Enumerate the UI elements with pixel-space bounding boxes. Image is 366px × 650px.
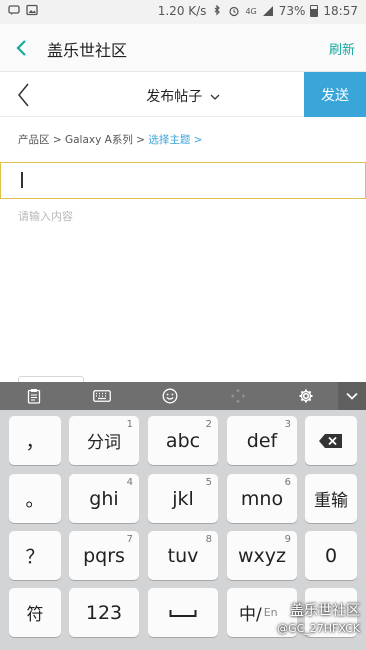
title-input[interactable] [0,162,366,199]
breadcrumb-path: 产品区 > Galaxy A系列 > [18,134,149,146]
key-5-jkl[interactable]: 5 jkl [148,474,218,523]
keyboard-icon[interactable] [86,382,118,410]
watermark-line1: 盖乐世社区 [290,603,360,619]
retype-key[interactable]: 重输 [305,474,357,523]
4g-icon: 4G [245,6,257,16]
emoji-icon[interactable] [154,382,186,410]
choose-topic-link[interactable]: 选择主题 [148,134,190,146]
settings-icon[interactable] [290,382,322,410]
key-6-mno[interactable]: 6 mno [227,474,297,523]
key-8-tuv[interactable]: 8 tuv [148,531,218,580]
key-4-ghi[interactable]: 4 ghi [69,474,139,523]
refresh-button[interactable]: 刷新 [329,39,355,58]
message-icon [8,5,20,15]
text-cursor [21,172,23,188]
post-toolbar: 发布帖子 发送 [0,72,366,117]
watermark: 盖乐世社区 @GC_27HFXCK [277,602,360,638]
symbols-key[interactable]: 符 [9,588,61,637]
backspace-icon [319,433,342,448]
key-comma[interactable]: ， [9,416,61,465]
clipboard-icon[interactable] [18,382,50,410]
key-2-abc[interactable]: 2 abc [148,416,218,465]
space-icon [169,609,197,617]
backspace-key[interactable] [305,416,357,465]
signal-icon [262,6,273,16]
clock: 18:57 [323,4,358,18]
key-period[interactable]: 。 [9,474,61,523]
key-3-def[interactable]: 3 def [227,416,297,465]
numbers-key[interactable]: 123 [69,588,139,637]
key-1-segment[interactable]: 1 分词 [69,416,139,465]
image-icon [26,4,38,16]
bluetooth-icon [215,5,221,16]
topic-arrow: > [193,134,203,146]
key-0[interactable]: 0 [305,531,357,580]
network-speed: 1.20 K/s [157,4,207,18]
send-button[interactable]: 发送 [304,72,366,117]
cursor-move-icon[interactable] [222,382,254,410]
collapse-icon[interactable] [338,382,366,410]
content-input[interactable]: 请输入内容 [18,208,73,224]
app-title: 盖乐世社区 [47,41,128,60]
status-bar: 1.20 K/s 4G 73% 18:57 [0,0,366,24]
key-question[interactable]: ？ [9,531,61,580]
space-key[interactable] [148,588,218,637]
watermark-line2: @GC_27HFXCK [277,622,360,635]
key-7-pqrs[interactable]: 7 pqrs [69,531,139,580]
alarm-icon [229,6,240,17]
key-9-wxyz[interactable]: 9 wxyz [227,531,297,580]
chevron-left-icon[interactable] [12,36,32,60]
breadcrumb: 产品区 > Galaxy A系列 > 选择主题 > [18,132,202,147]
battery-percent: 73% [278,4,306,18]
chevron-down-icon [210,94,220,100]
post-type-label: 发布帖子 [146,89,203,105]
screen: { "status_bar": { "speed": "1.20 K/s", "… [0,0,366,650]
app-bar: 盖乐世社区 刷新 [0,24,366,72]
battery-icon [310,5,319,17]
keyboard-toolbar [0,382,366,410]
